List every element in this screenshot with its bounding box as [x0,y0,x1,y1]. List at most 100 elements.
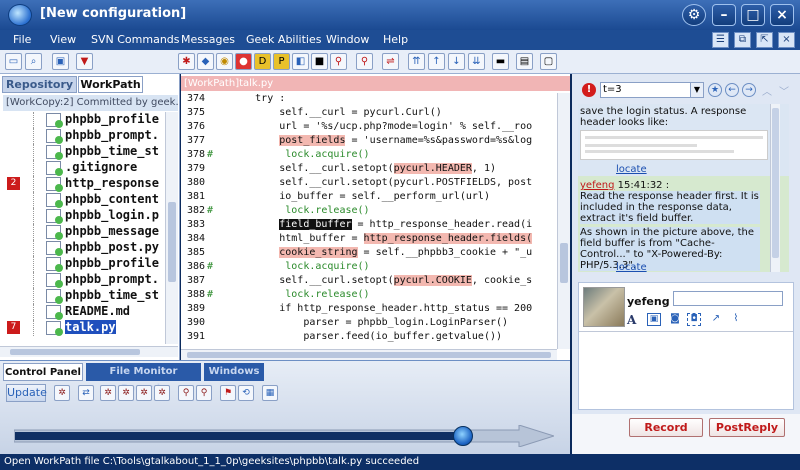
code-line[interactable]: if http_response_header.http_status == 2… [207,303,532,314]
code-line[interactable]: # lock.release() [207,289,370,300]
doc-yellow-icon[interactable]: D [254,53,271,70]
restore-icon[interactable]: ⧉ [734,32,751,48]
tree-item[interactable]: phpbb_profile [0,112,165,128]
tree-item[interactable]: phpbb_profile [0,256,165,272]
calendar-icon[interactable]: ▦ [262,385,278,401]
menu-help[interactable]: Help [383,33,408,46]
tree-item[interactable]: 2 http_response [0,176,165,192]
close-button[interactable]: × [770,4,794,26]
tree-scroll-thumb[interactable] [168,202,176,282]
menu-svn-commands[interactable]: SVN Commands [91,33,180,46]
tab-windows[interactable]: Windows [204,363,264,381]
code-line[interactable]: # lock.acquire() [207,149,370,160]
sync-icon[interactable]: ⟲ [238,385,254,401]
code-line[interactable]: self.__curl = pycurl.Curl() [207,107,442,118]
settings-gear-icon[interactable]: ⚙ [682,4,706,26]
filter-icon[interactable]: ▼ [76,53,93,70]
code-line[interactable]: try : [207,93,285,104]
tree-item[interactable]: phpbb_content [0,192,165,208]
move-up-icon[interactable]: ↑ [428,53,445,70]
code-line[interactable]: url = '%s/ucp.php?mode=login' % self.__r… [207,121,532,132]
editor-hscrollbar[interactable] [181,349,557,360]
tab-workpath[interactable]: WorkPath [78,76,143,93]
tree-item[interactable]: phpbb_login.p [0,208,165,224]
pen-icon[interactable]: ↗ [709,313,723,326]
action-icon-1[interactable]: ✱ [178,53,195,70]
tree-item[interactable]: phpbb_prompt. [0,128,165,144]
post-reply-button[interactable]: PostReply [709,418,785,437]
net-icon-3[interactable]: ✲ [118,385,134,401]
code-line[interactable]: self.__curl.setopt(pycurl.HEADER, 1) [207,163,496,174]
code-line[interactable]: # lock.release() [207,205,370,216]
tree-item[interactable]: phpbb_prompt. [0,272,165,288]
net-icon-1[interactable]: ✲ [54,385,70,401]
stop-icon[interactable]: ● [235,53,252,70]
collapse-up-icon[interactable]: ︿ [760,83,774,98]
table-icon[interactable]: ▤ [516,53,533,70]
editor-scroll-thumb[interactable] [560,243,568,283]
editor-vscrollbar[interactable] [557,93,570,349]
menu-window[interactable]: Window [326,33,369,46]
code-line[interactable]: parser.feed(io_buffer.getvalue()) [207,331,502,342]
message-sender[interactable]: yefeng [580,180,614,191]
open-folder-icon[interactable]: ▭ [5,53,22,70]
diff-icon[interactable]: ⇌ [382,53,399,70]
maximize-button[interactable]: □ [741,4,765,26]
reply-title-input[interactable] [673,291,783,306]
tool-icon[interactable]: ⚲ [330,53,347,70]
search-red-icon[interactable]: ⚲ [178,385,194,401]
layout-icon[interactable]: ☰ [712,32,729,48]
locate-link-2[interactable]: locate [616,262,647,272]
doc-yellow-icon-2[interactable]: P [273,53,290,70]
tree-item[interactable]: phpbb_time_st [0,288,165,304]
code-line[interactable]: self.__curl.setopt(pycurl.POSTFIELDS, po… [207,177,532,188]
update-button[interactable]: Update [6,384,47,402]
flag-icon[interactable]: ⚑ [220,385,236,401]
chevron-down-icon[interactable]: ▼ [690,83,703,97]
find-icon[interactable]: ⚲ [356,53,373,70]
code-line[interactable]: io_buffer = self.__perform_url(url) [207,191,490,202]
menu-messages[interactable]: Messages [181,33,235,46]
attachment-icon[interactable]: ⌇ [729,313,743,326]
diff-blue-icon[interactable]: ⇄ [78,385,94,401]
move-top-icon[interactable]: ⇈ [408,53,425,70]
reply-textarea[interactable] [579,331,793,409]
code-area[interactable]: 374 try :375 self.__curl = pycurl.Curl()… [181,93,557,349]
tree-item[interactable]: README.md [0,304,165,320]
expand-down-icon[interactable]: ﹀ [777,83,791,98]
prev-arrow-icon[interactable]: ← [725,83,739,97]
window-icon[interactable]: ▢ [540,53,557,70]
code-line[interactable]: # lock.acquire() [207,261,370,272]
tree-item[interactable]: 7 talk.py [0,320,165,336]
tab-control-panel[interactable]: Control Panel [3,363,83,381]
locate-link-1[interactable]: locate [616,164,647,175]
tree-item[interactable]: phpbb_post.py [0,240,165,256]
menu-view[interactable]: View [50,33,76,46]
card-icon[interactable]: ▬ [492,53,509,70]
tree-item[interactable]: .gitignore [0,160,165,176]
chat-search-input[interactable]: t=3 [600,82,704,98]
chat-scrollbar[interactable] [770,104,780,272]
tree-item[interactable]: phpbb_time_st [0,144,165,160]
net-icon-5[interactable]: ✲ [154,385,170,401]
image-icon[interactable]: ▣ [647,313,661,326]
tab-repository[interactable]: Repository [2,76,77,93]
code-line[interactable]: post_fields = 'username=%s&password=%s&l… [207,135,532,146]
doc-blue-icon[interactable]: ◧ [292,53,309,70]
search-folder-icon[interactable]: ⌕ [25,53,42,70]
minimize-button[interactable]: – [712,4,736,26]
tab-file-monitor-records[interactable]: File Monitor Records [86,363,201,394]
action-icon-3[interactable]: ◉ [216,53,233,70]
editor-hscroll-thumb[interactable] [187,352,551,358]
chat-scroll-thumb[interactable] [772,108,779,258]
tree-hscroll-thumb[interactable] [10,349,140,355]
code-line[interactable]: self.__curl.setopt(pycurl.COOKIE, cookie… [207,275,532,286]
camera-icon[interactable]: ◙ [668,313,682,326]
code-line[interactable]: field_buffer = http_response_header.read… [207,219,532,230]
menu-geek-abilities[interactable]: Geek Abilities [246,33,321,46]
blackbox-icon[interactable]: ■ [311,53,328,70]
action-icon-2[interactable]: ◆ [197,53,214,70]
tree-hscrollbar[interactable] [0,346,178,357]
next-arrow-icon[interactable]: → [742,83,756,97]
tree-item[interactable]: phpbb_message [0,224,165,240]
